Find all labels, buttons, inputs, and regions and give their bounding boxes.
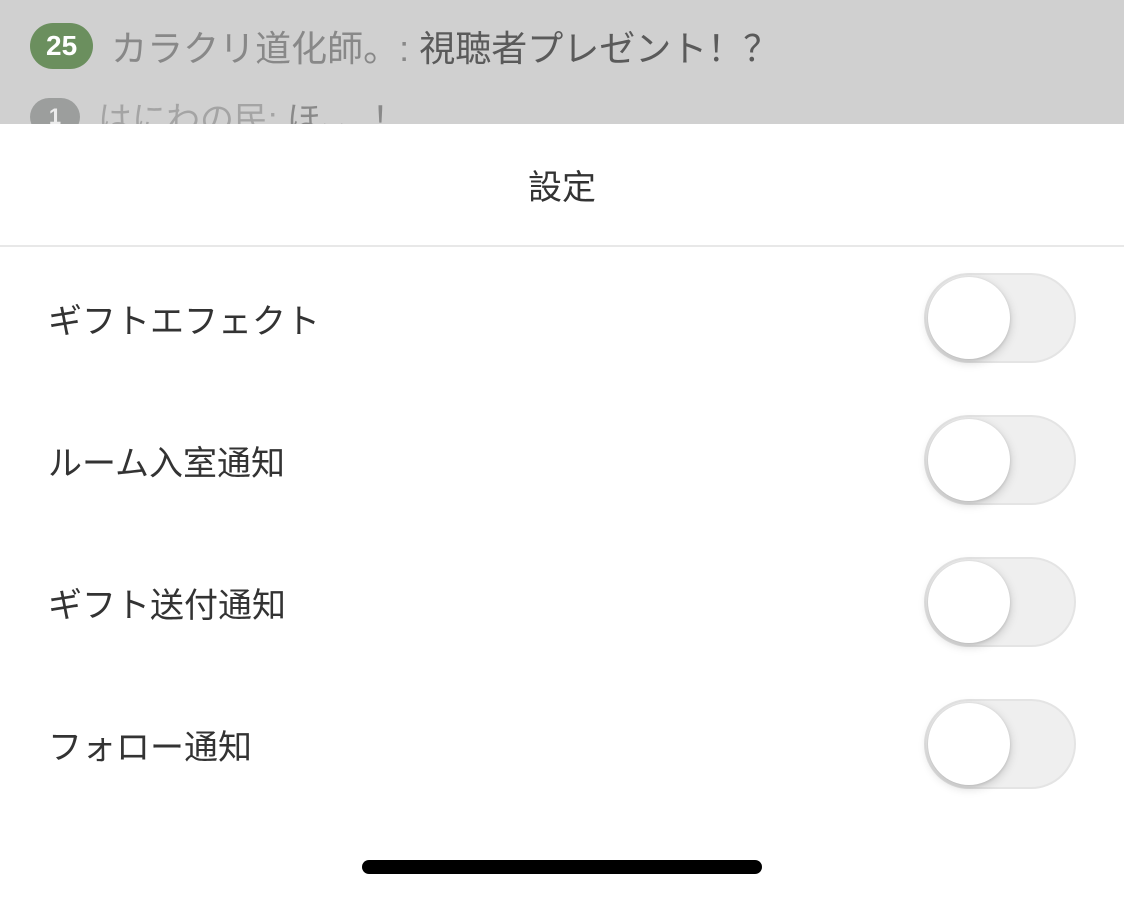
toggle-room-entry[interactable]: [924, 415, 1076, 505]
sheet-title: 設定: [0, 160, 1124, 209]
toggle-knob: [928, 277, 1010, 359]
settings-sheet: 設定 ギフトエフェクト ルーム入室通知 ギフト送付通知 フォロー通知: [0, 124, 1124, 900]
toggle-follow[interactable]: [924, 699, 1076, 789]
toggle-knob: [928, 561, 1010, 643]
home-indicator[interactable]: [362, 860, 762, 874]
toggle-gift-effect[interactable]: [924, 273, 1076, 363]
setting-label: ルーム入室通知: [48, 436, 285, 485]
toggle-gift-send[interactable]: [924, 557, 1076, 647]
setting-row-room-entry: ルーム入室通知: [48, 389, 1076, 531]
settings-list: ギフトエフェクト ルーム入室通知 ギフト送付通知 フォロー通知: [0, 247, 1124, 900]
setting-row-gift-effect: ギフトエフェクト: [48, 247, 1076, 389]
sheet-header: 設定: [0, 124, 1124, 247]
toggle-knob: [928, 419, 1010, 501]
setting-label: フォロー通知: [48, 720, 252, 769]
toggle-knob: [928, 703, 1010, 785]
setting-row-follow: フォロー通知: [48, 673, 1076, 815]
setting-label: ギフトエフェクト: [48, 294, 320, 343]
setting-label: ギフト送付通知: [48, 578, 286, 627]
setting-row-gift-send: ギフト送付通知: [48, 531, 1076, 673]
